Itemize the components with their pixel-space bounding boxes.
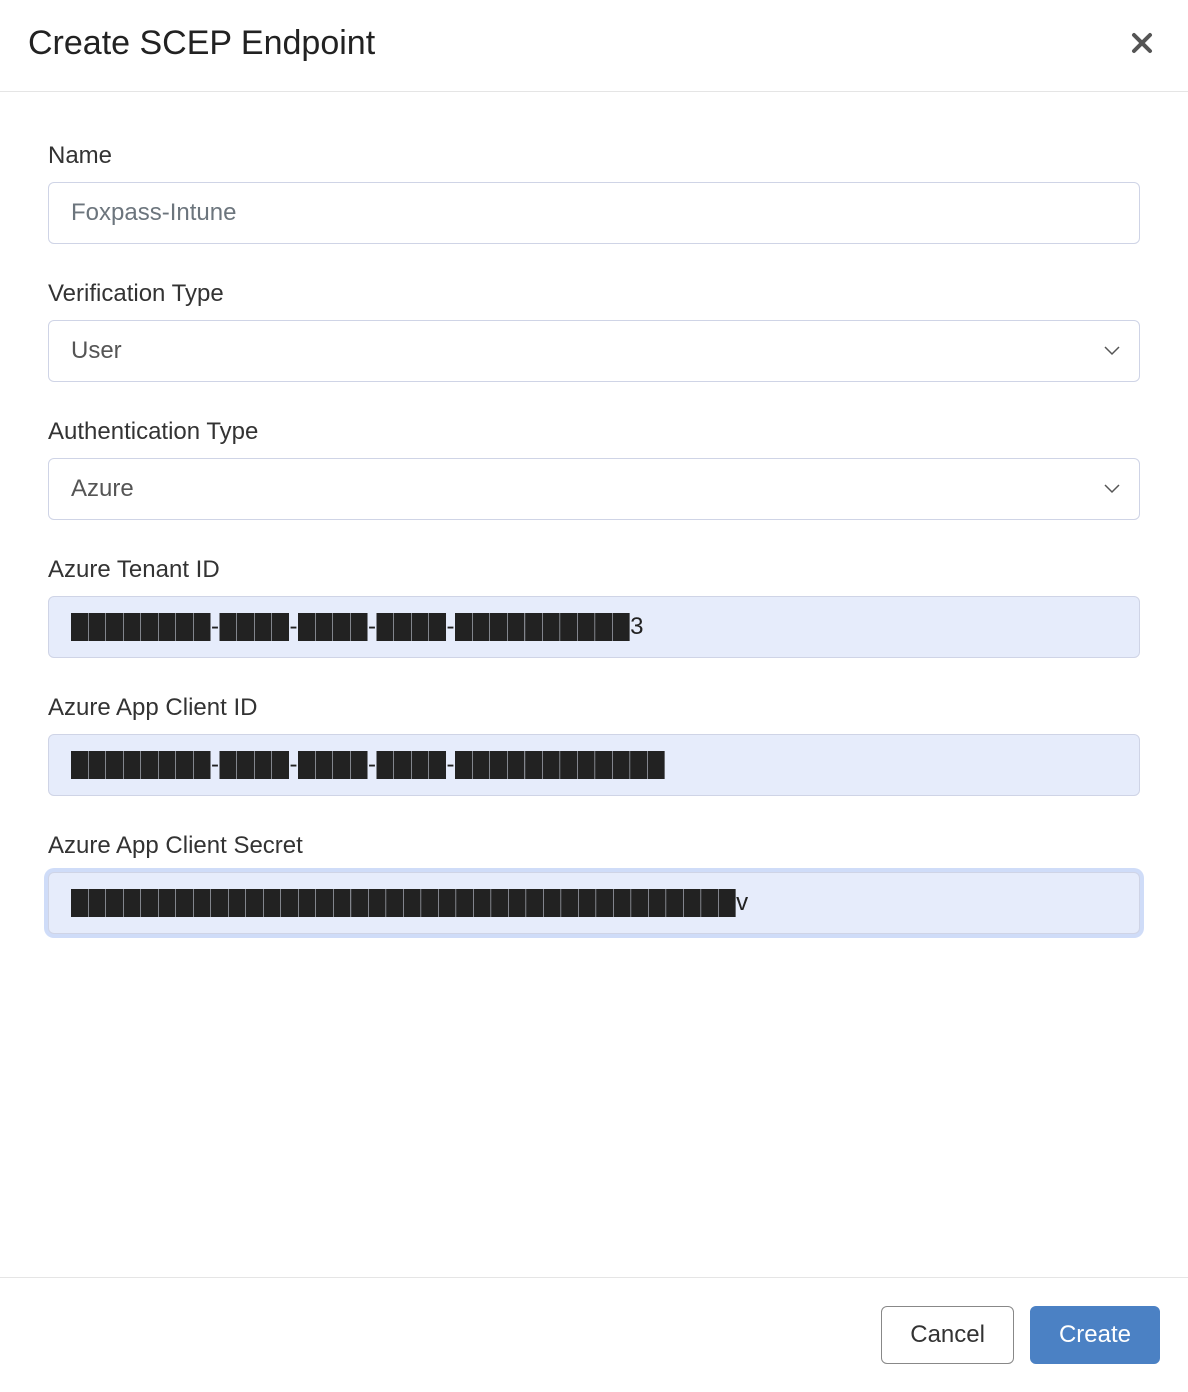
name-label: Name [48, 142, 1140, 170]
field-authentication-type: Authentication Type [48, 418, 1140, 520]
field-azure-app-client-secret: Azure App Client Secret [48, 832, 1140, 934]
azure-app-client-id-input[interactable] [48, 734, 1140, 796]
azure-app-client-secret-input[interactable] [48, 872, 1140, 934]
field-azure-tenant-id: Azure Tenant ID [48, 556, 1140, 658]
verification-type-select[interactable] [48, 320, 1140, 382]
close-icon [1130, 25, 1154, 63]
azure-tenant-id-input[interactable] [48, 596, 1140, 658]
dialog-footer: Cancel Create [0, 1277, 1188, 1392]
field-azure-app-client-id: Azure App Client ID [48, 694, 1140, 796]
dialog-header: Create SCEP Endpoint [0, 0, 1188, 92]
authentication-type-label: Authentication Type [48, 418, 1140, 446]
azure-tenant-id-label: Azure Tenant ID [48, 556, 1140, 584]
verification-type-label: Verification Type [48, 280, 1140, 308]
create-button[interactable]: Create [1030, 1306, 1160, 1364]
field-verification-type: Verification Type [48, 280, 1140, 382]
close-button[interactable] [1124, 27, 1160, 61]
azure-app-client-secret-label: Azure App Client Secret [48, 832, 1140, 860]
azure-app-client-id-label: Azure App Client ID [48, 694, 1140, 722]
name-input[interactable] [48, 182, 1140, 244]
authentication-type-select[interactable] [48, 458, 1140, 520]
dialog-title: Create SCEP Endpoint [28, 24, 375, 63]
field-name: Name [48, 142, 1140, 244]
cancel-button[interactable]: Cancel [881, 1306, 1014, 1364]
dialog-body: Name Verification Type Authentication Ty… [0, 92, 1188, 1277]
